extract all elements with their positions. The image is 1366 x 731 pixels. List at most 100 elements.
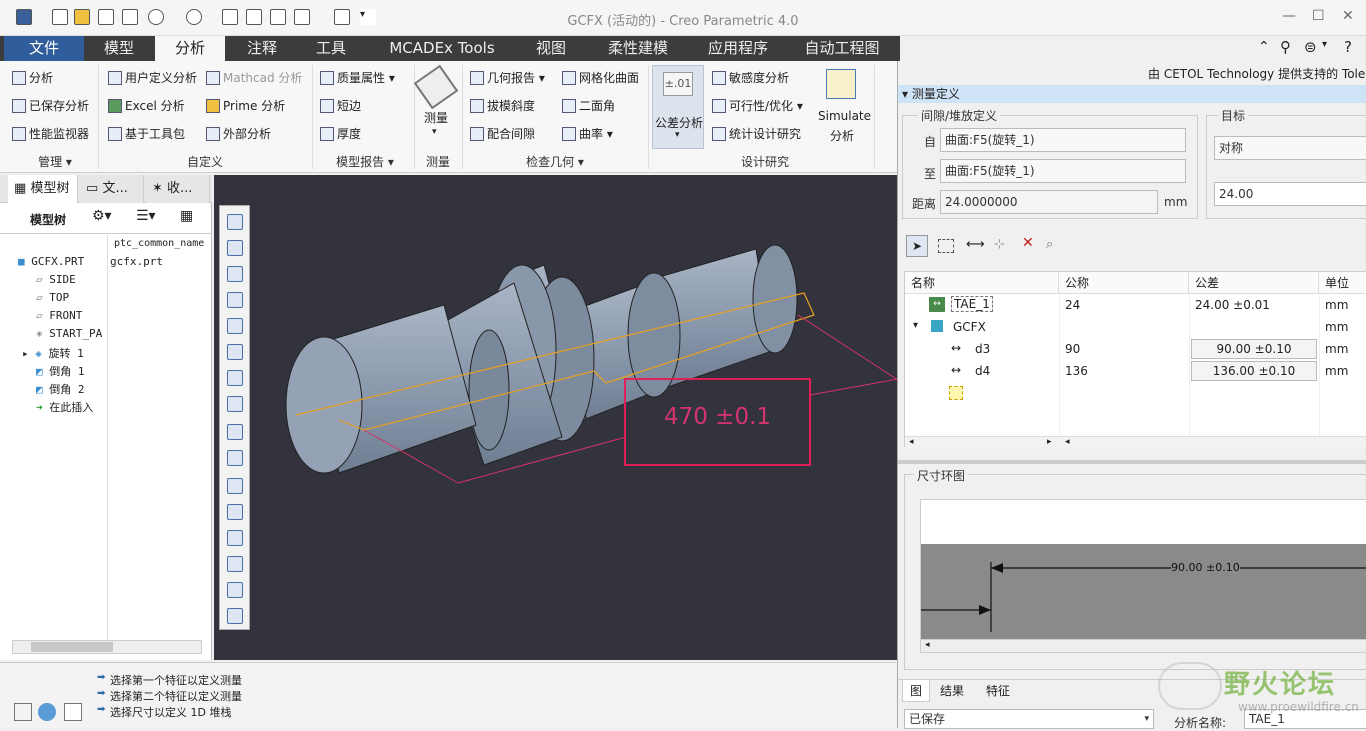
tab-graph[interactable]: 图 [902,680,930,702]
refit-icon[interactable] [227,214,243,230]
tab-model[interactable]: 模型 [88,36,150,61]
zoom-in-icon[interactable] [227,240,243,256]
tab-features[interactable]: 特征 [980,680,1016,702]
header-tolerance[interactable]: 公差 [1189,272,1319,294]
tab-applications[interactable]: 应用程序 [693,36,783,61]
thickness-button[interactable]: 厚度 [320,125,361,142]
tree-item-top[interactable]: ▱ TOP [36,291,69,304]
header-name[interactable]: 名称 [905,272,1059,294]
row-tolerance-field[interactable]: 90.00 ±0.10 [1191,339,1317,359]
community-icon[interactable]: ⊜ [1304,38,1317,56]
maximize-icon[interactable]: ☐ [1312,8,1325,24]
table-row[interactable]: ↔ d3 90 90.00 ±0.10 mm [905,338,1366,360]
connect-icon[interactable] [227,608,243,624]
preview-icon[interactable]: ⌕ [1046,237,1053,252]
tab-file[interactable]: 文件 [4,36,84,61]
group-inspect[interactable]: 检查几何 ▾ [510,153,600,170]
feasibility-button[interactable]: 可行性/优化 ▾ [712,97,803,114]
tree-item-side[interactable]: ▱ SIDE [36,273,76,286]
curvature-button[interactable]: 曲率 ▾ [562,125,613,142]
analysis-button[interactable]: 分析 [12,69,53,86]
header-nominal[interactable]: 公称 [1059,272,1189,294]
spin-center-icon[interactable] [227,582,243,598]
measure-dropdown-icon[interactable]: ▾ [432,127,437,137]
tree-item-front[interactable]: ▱ FRONT [36,309,82,322]
add-dimension-icon[interactable]: ⟷ [966,237,985,252]
group-manage[interactable]: 管理 ▾ [20,153,90,170]
clearance-button[interactable]: 配合间隙 [470,125,535,142]
tree-item-chamfer-2[interactable]: ◩ 倒角 2 [36,381,85,397]
mathcad-analysis-button[interactable]: Mathcad 分析 [206,69,302,86]
annotation-display-icon[interactable] [227,424,243,440]
distance-field[interactable]: 24.0000000 [940,190,1158,214]
geometry-report-button[interactable]: 几何报告 ▾ [470,69,545,86]
tree-item-csys[interactable]: ✳ START_PA [36,327,102,340]
target-type-select[interactable]: 对称 [1214,136,1366,160]
zoom-out-icon[interactable] [227,266,243,282]
scroll-right-icon[interactable]: ▸ [1047,437,1052,447]
tree-item-root[interactable]: ■ GCFX.PRT [18,255,84,268]
tree-item-insert-here[interactable]: ➜ 在此插入 [36,399,93,415]
dihedral-button[interactable]: 二面角 [562,97,615,114]
dropdown-icon[interactable]: ▾ [1322,39,1327,50]
table-row[interactable]: ↔ d4 136 136.00 ±0.10 mm [905,360,1366,382]
scroll-left-icon[interactable]: ◂ [909,437,914,447]
axis-display-icon[interactable] [227,504,243,520]
display-style-icon[interactable] [227,318,243,334]
csys-icon[interactable] [227,556,243,572]
group-model-report[interactable]: 模型报告 ▾ [320,153,410,170]
shaft-model[interactable] [285,244,798,474]
mass-properties-button[interactable]: 质量属性 ▾ [320,69,395,86]
header-unit[interactable]: 单位 [1319,272,1366,294]
table-scrollbar[interactable]: ◂ ▸ ◂ [905,436,1366,448]
saved-orientations-icon[interactable] [227,344,243,360]
simulate-label[interactable]: Simulate [818,109,871,123]
view-manager-icon[interactable] [227,370,243,386]
row-tolerance-field[interactable]: 136.00 ±0.10 [1191,361,1317,381]
tab-model-tree[interactable]: ▦ 模型树 [8,175,78,203]
csys-display-icon[interactable] [227,450,243,466]
tree-item-revolve[interactable]: ▸ ◈ 旋转 1 [22,345,84,361]
table-row-empty[interactable] [905,382,1366,404]
tab-analysis[interactable]: 分析 [155,36,225,61]
tab-flexible[interactable]: 柔性建模 [585,36,691,61]
performance-monitor-button[interactable]: 性能监视器 [12,125,89,142]
user-defined-analysis-button[interactable]: 用户定义分析 [108,69,197,86]
dimension-text[interactable]: 470 ±0.1 [625,404,810,430]
delete-icon[interactable]: ✕ [1022,235,1034,251]
tree-columns-icon[interactable]: ▦ [180,208,193,224]
search-icon[interactable]: ⚲ [1280,38,1291,56]
tree-item-chamfer-1[interactable]: ◩ 倒角 1 [36,363,85,379]
statistical-study-button[interactable]: 统计设计研究 [712,125,801,142]
external-analysis-button[interactable]: 外部分析 [206,125,271,142]
new-row-icon[interactable] [949,386,963,400]
graphics-viewport[interactable]: 470 ±0.1 [214,175,898,660]
target-value-field[interactable]: 24.00 [1214,182,1366,206]
measure-button[interactable]: 测量 [424,109,448,126]
loop-scrollbar[interactable]: ◂ [920,639,1366,653]
repaint-icon[interactable] [227,292,243,308]
tab-folder[interactable]: ▭ 文... [80,175,144,203]
tab-annotate[interactable]: 注释 [228,36,296,61]
point-display-icon[interactable] [227,530,243,546]
short-edge-button[interactable]: 短边 [320,97,361,114]
grid-icon[interactable] [14,703,32,721]
tab-view[interactable]: 视图 [520,36,582,61]
loop-diagram-canvas[interactable]: 90.00 ±0.10 [920,499,1366,640]
column-header[interactable]: ptc_common_name [114,238,204,249]
scroll-thumb[interactable] [31,642,113,652]
excel-analysis-button[interactable]: Excel 分析 [108,97,185,114]
help-icon[interactable]: ? [1344,38,1352,56]
saved-select[interactable]: 已保存 ▾ [904,709,1154,729]
prime-analysis-button[interactable]: Prime 分析 [206,97,285,114]
browser-icon[interactable] [38,703,56,721]
close-icon[interactable]: ✕ [1342,8,1354,24]
tab-results[interactable]: 结果 [934,680,970,702]
minimize-icon[interactable]: — [1282,8,1296,24]
tab-tools[interactable]: 工具 [298,36,364,61]
table-row[interactable]: ↔ TAE_1 24 24.00 ±0.01 mm [905,294,1366,316]
saved-analysis-button[interactable]: 已保存分析 [12,97,89,114]
tree-settings-icon[interactable]: ⚙▾ [92,208,112,224]
from-field[interactable]: 曲面:F5(旋转_1) [940,128,1186,152]
scroll-left-icon[interactable]: ◂ [925,640,930,650]
